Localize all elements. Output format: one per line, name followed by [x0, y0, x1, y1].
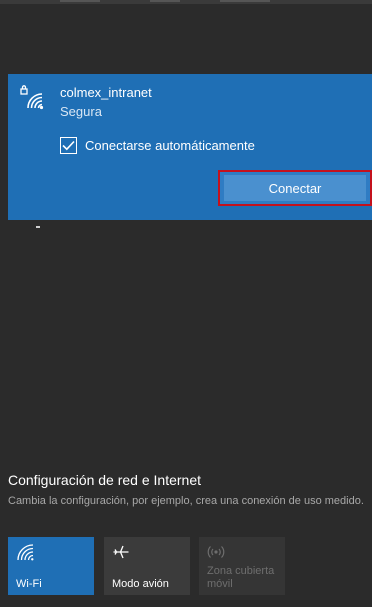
wifi-network-panel[interactable]: colmex_intranet Segura Conectarse automá…: [8, 74, 372, 220]
quick-action-wifi[interactable]: Wi-Fi: [8, 537, 94, 595]
auto-connect-checkbox[interactable]: Conectarse automáticamente: [60, 137, 255, 154]
top-strip: [0, 0, 372, 4]
connect-button-label: Conectar: [268, 180, 322, 196]
quick-action-label: Modo avión: [112, 578, 169, 590]
wifi-icon: [16, 543, 34, 561]
hotspot-icon: [207, 543, 225, 561]
quick-action-mobile-hotspot: Zona cubierta móvil: [199, 537, 285, 595]
quick-action-label: Wi-Fi: [16, 578, 42, 590]
secured-wifi-icon: [20, 84, 44, 110]
connect-button[interactable]: Conectar: [218, 170, 372, 206]
network-flyout: colmex_intranet Segura Conectarse automá…: [0, 0, 372, 607]
network-settings-link[interactable]: Configuración de red e Internet: [8, 472, 201, 488]
quick-action-airplane-mode[interactable]: Modo avión: [104, 537, 190, 595]
network-settings-description: Cambia la configuración, por ejemplo, cr…: [8, 495, 364, 507]
network-name: colmex_intranet: [60, 85, 152, 100]
scroll-indicator: [36, 226, 40, 228]
quick-action-label: Zona cubierta móvil: [207, 565, 275, 590]
network-security-status: Segura: [60, 104, 102, 119]
airplane-icon: [112, 543, 130, 561]
checkbox-checked-icon[interactable]: [60, 137, 77, 154]
auto-connect-label: Conectarse automáticamente: [85, 138, 255, 153]
